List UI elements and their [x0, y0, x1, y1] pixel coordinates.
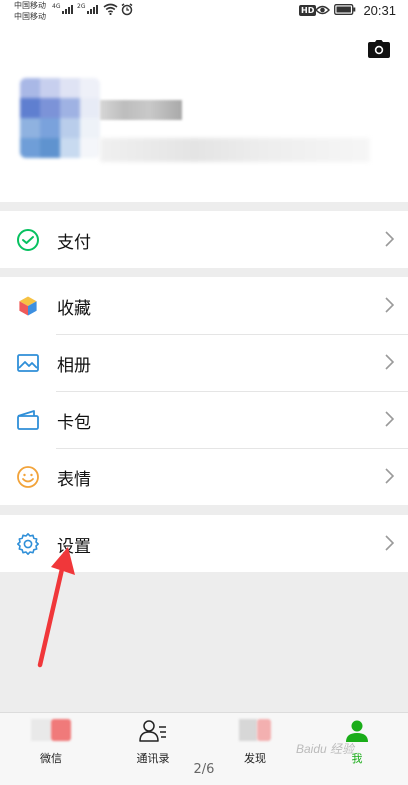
chats-icon-redacted: [31, 719, 71, 741]
camera-icon[interactable]: [368, 40, 390, 58]
carrier-2: 中国移动: [14, 12, 46, 21]
signal-2-tag: 2G: [77, 3, 86, 10]
chevron-right-icon: [385, 231, 394, 247]
menu-item-album-label: 相册: [57, 356, 91, 376]
discover-icon-redacted: [239, 719, 271, 741]
menu-item-stickers-label: 表情: [57, 470, 91, 490]
page-indicator: 2/6: [193, 762, 215, 777]
carrier-1: 中国移动: [14, 1, 46, 10]
smiley-icon: [17, 466, 39, 488]
pay-group: 支付: [0, 211, 408, 268]
menu-item-favorites-label: 收藏: [57, 299, 91, 319]
cube-icon: [18, 295, 38, 317]
wechat-id-redacted: [100, 138, 370, 162]
features-group: 收藏 相册 卡包 表情: [0, 277, 408, 505]
menu-item-pay-label: 支付: [57, 233, 91, 253]
chevron-right-icon: [385, 354, 394, 370]
contacts-icon: [139, 720, 166, 742]
watermark: Baidu 经验: [296, 742, 355, 756]
chevron-right-icon: [385, 297, 394, 313]
menu-item-pay[interactable]: 支付: [0, 211, 408, 268]
wallet-icon: [17, 410, 39, 430]
status-time: 20:31: [363, 3, 396, 18]
alarm-icon: [121, 3, 133, 16]
image-icon: [17, 354, 39, 372]
chevron-right-icon: [385, 535, 394, 551]
wechat-pay-icon: [17, 229, 39, 251]
menu-item-cards[interactable]: 卡包: [0, 391, 408, 448]
signal-1-tag: 4G: [52, 3, 61, 10]
profile-header[interactable]: [0, 26, 408, 202]
menu-item-cards-label: 卡包: [57, 413, 91, 433]
annotation-arrow: [37, 547, 75, 668]
menu-item-album[interactable]: 相册: [0, 334, 408, 391]
chevron-right-icon: [385, 411, 394, 427]
menu-item-favorites[interactable]: 收藏: [0, 277, 408, 334]
eye-icon: [315, 5, 330, 15]
avatar[interactable]: [20, 78, 100, 158]
signal-1-icon: 4G: [52, 3, 74, 14]
battery-icon: [334, 4, 356, 15]
chevron-right-icon: [385, 468, 394, 484]
status-bar: 中国移动 中国移动 4G 2G HD 20:31: [0, 0, 408, 26]
signal-2-icon: 2G: [77, 3, 99, 14]
hd-badge: HD: [299, 5, 317, 16]
wifi-icon: [103, 3, 118, 15]
nickname-redacted: [100, 100, 182, 120]
menu-item-stickers[interactable]: 表情: [0, 448, 408, 505]
